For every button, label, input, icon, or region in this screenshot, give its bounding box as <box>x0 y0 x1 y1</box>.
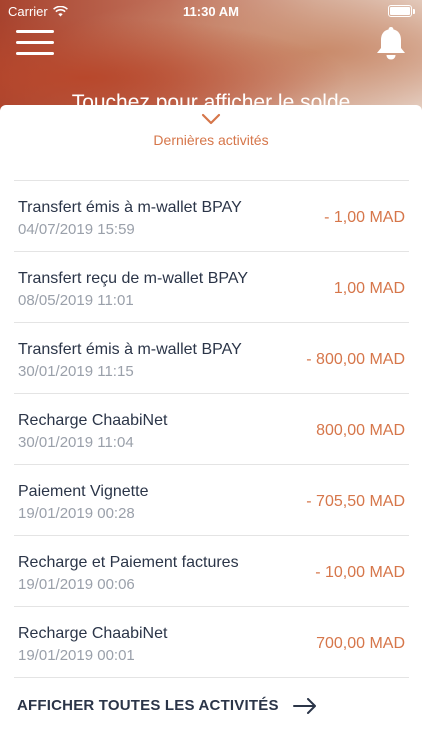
show-all-label: AFFICHER TOUTES LES ACTIVITÉS <box>17 697 279 714</box>
activity-date: 30/01/2019 11:04 <box>18 434 134 451</box>
hamburger-icon <box>16 30 54 33</box>
bell-icon[interactable] <box>374 24 408 62</box>
activity-amount: 700,00 MAD <box>316 635 405 652</box>
activity-label: Paiement Vignette <box>18 483 149 500</box>
activity-amount: - 705,50 MAD <box>306 493 405 510</box>
arrow-right-icon <box>292 697 316 714</box>
list-item[interactable]: Transfert émis à m-wallet BPAY 04/07/201… <box>14 181 409 252</box>
activity-label: Recharge et Paiement factures <box>18 554 239 571</box>
activity-label: Recharge ChaabiNet <box>18 412 168 429</box>
activities-panel: Dernières activités Transfert émis à m-w… <box>0 105 422 750</box>
list-item[interactable]: Paiement Vignette 19/01/2019 00:28 - 705… <box>14 465 409 536</box>
list-item[interactable]: Recharge et Paiement factures 19/01/2019… <box>14 536 409 607</box>
activity-date: 19/01/2019 00:01 <box>18 647 135 664</box>
activity-date: 08/05/2019 11:01 <box>18 292 134 309</box>
chevron-down-icon[interactable] <box>201 113 221 125</box>
hamburger-icon-line <box>16 41 54 44</box>
activity-amount: - 1,00 MAD <box>324 209 405 226</box>
menu-button[interactable] <box>16 30 54 56</box>
list-item[interactable]: Recharge ChaabiNet 30/01/2019 11:04 800,… <box>14 394 409 465</box>
activity-label: Recharge ChaabiNet <box>18 625 168 642</box>
activity-date: 30/01/2019 11:15 <box>18 363 134 380</box>
list-item[interactable]: Transfert émis à m-wallet BPAY 30/01/201… <box>14 323 409 394</box>
activity-label: Transfert émis à m-wallet BPAY <box>18 199 242 216</box>
list-item[interactable]: Recharge ChaabiNet 19/01/2019 00:01 700,… <box>14 607 409 678</box>
activity-amount: 1,00 MAD <box>333 280 405 297</box>
activity-list: Transfert émis à m-wallet BPAY 04/07/201… <box>14 180 409 678</box>
activity-label: Transfert émis à m-wallet BPAY <box>18 341 242 358</box>
activity-label: Transfert reçu de m-wallet BPAY <box>18 270 248 287</box>
activity-amount: 800,00 MAD <box>316 422 405 439</box>
activity-date: 19/01/2019 00:06 <box>18 576 135 593</box>
status-bar: Carrier 11:30 AM <box>0 0 422 22</box>
hamburger-icon-line <box>16 52 54 55</box>
activity-amount: - 10,00 MAD <box>315 564 405 581</box>
activity-amount: - 800,00 MAD <box>306 351 405 368</box>
battery-icon <box>388 5 415 17</box>
list-item[interactable]: Transfert reçu de m-wallet BPAY 08/05/20… <box>14 252 409 323</box>
activity-date: 04/07/2019 15:59 <box>18 221 135 238</box>
activity-date: 19/01/2019 00:28 <box>18 505 135 522</box>
section-title: Dernières activités <box>153 132 269 148</box>
home-indicator <box>0 746 422 750</box>
status-time: 11:30 AM <box>183 4 239 19</box>
show-all-activities-button[interactable]: AFFICHER TOUTES LES ACTIVITÉS <box>17 697 317 714</box>
